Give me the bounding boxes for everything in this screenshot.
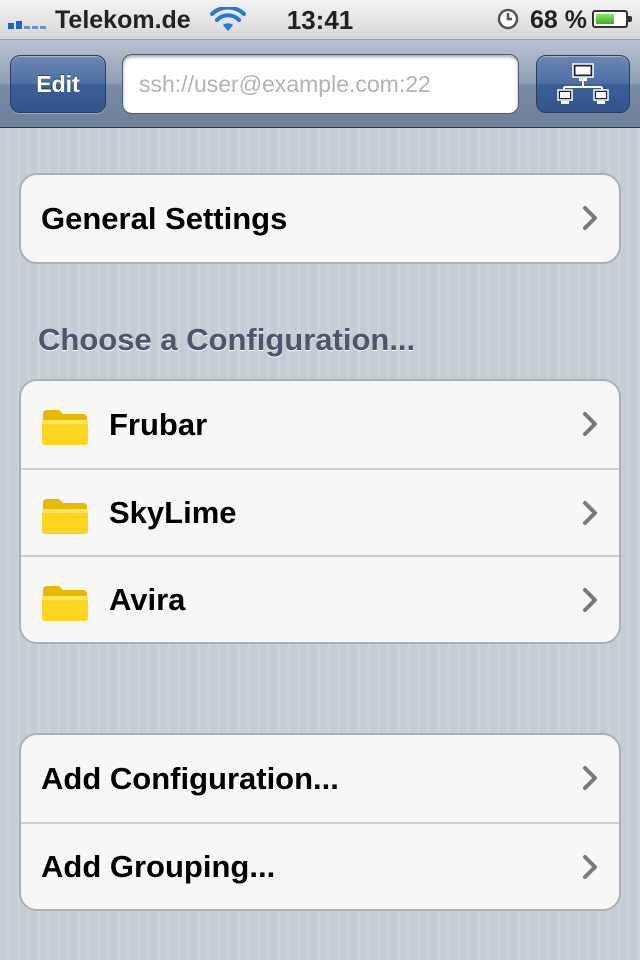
chevron-right-icon [583, 412, 597, 436]
battery-percent: 68 % [530, 6, 587, 34]
ssh-url-input[interactable] [122, 54, 519, 114]
configurations-group: Frubar SkyLime Avira [19, 379, 621, 644]
folder-icon [42, 410, 88, 445]
battery-icon [592, 10, 632, 28]
add-grouping-row[interactable]: Add Grouping... [21, 822, 619, 909]
general-settings-label: General Settings [41, 200, 288, 236]
add-configuration-label: Add Configuration... [41, 760, 339, 796]
edit-button[interactable]: Edit [10, 55, 106, 113]
chevron-right-icon [583, 855, 597, 879]
chevron-right-icon [583, 588, 597, 612]
configuration-row-frubar[interactable]: Frubar [21, 381, 619, 468]
chevron-right-icon [583, 501, 597, 525]
add-grouping-label: Add Grouping... [41, 848, 276, 884]
folder-icon [42, 586, 88, 621]
navigation-bar: Edit [0, 40, 640, 128]
network-button[interactable] [536, 55, 630, 113]
configuration-label: Frubar [109, 406, 208, 442]
configuration-row-avira[interactable]: Avira [21, 555, 619, 642]
status-bar: Telekom.de 13:41 68 % [0, 0, 640, 40]
section-header-configurations: Choose a Configuration... [38, 322, 416, 357]
chevron-right-icon [583, 766, 597, 790]
general-settings-group: General Settings [19, 173, 621, 264]
folder-icon [42, 499, 88, 534]
configuration-label: Avira [109, 581, 186, 617]
chevron-right-icon [583, 206, 597, 230]
actions-group: Add Configuration... Add Grouping... [19, 733, 621, 911]
alarm-clock-icon [497, 8, 519, 30]
network-icon [557, 63, 609, 104]
add-configuration-row[interactable]: Add Configuration... [21, 735, 619, 822]
general-settings-row[interactable]: General Settings [21, 175, 619, 262]
configuration-row-skylime[interactable]: SkyLime [21, 468, 619, 555]
configuration-label: SkyLime [109, 494, 237, 530]
